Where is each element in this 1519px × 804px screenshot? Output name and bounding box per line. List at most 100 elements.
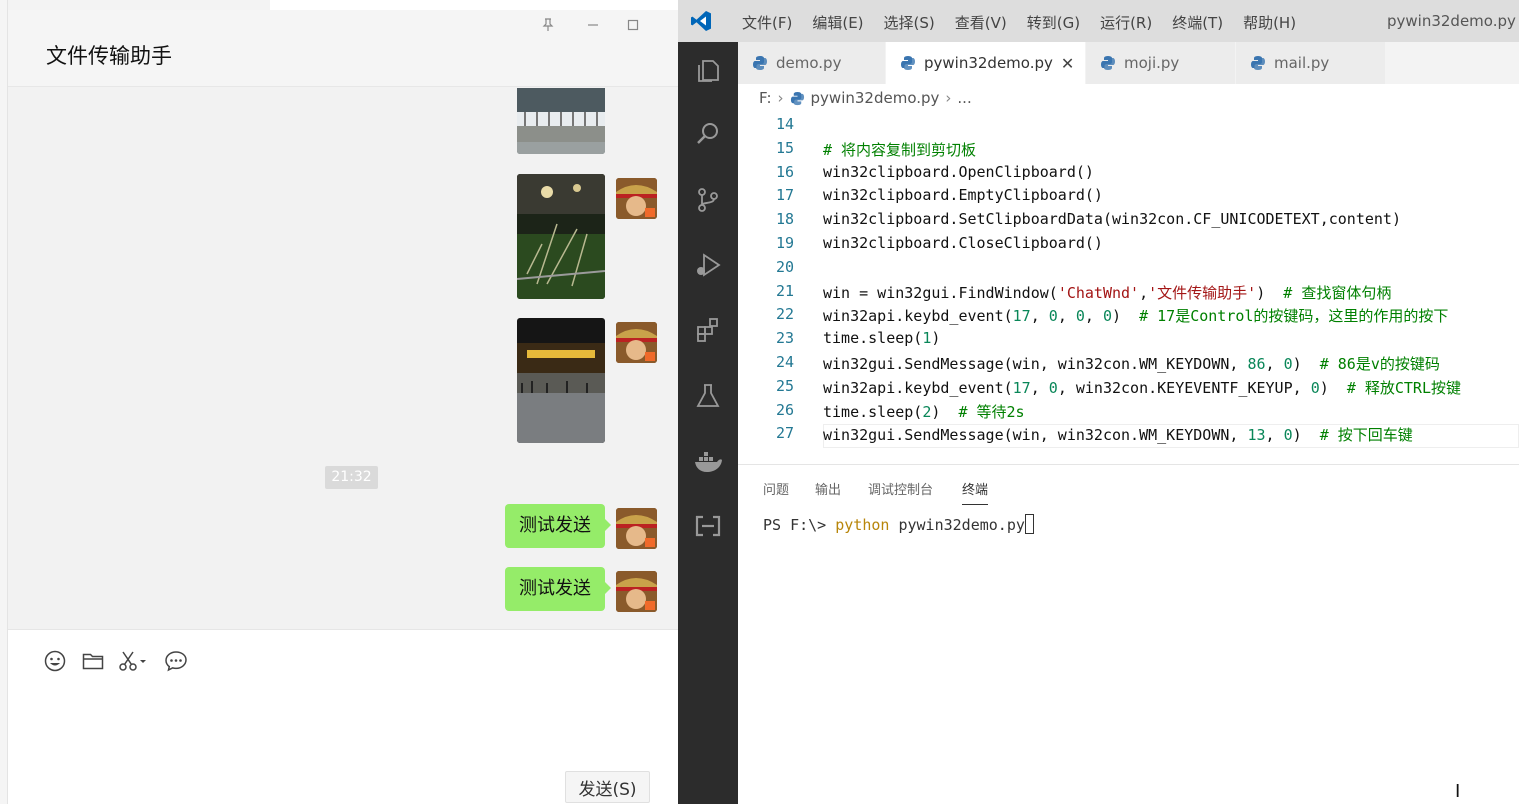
line-number: 27 xyxy=(775,424,794,443)
background-window-strip xyxy=(270,0,678,10)
vscode-logo-icon xyxy=(690,10,712,36)
close-icon[interactable]: ✕ xyxy=(1061,54,1074,73)
menu-terminal[interactable]: 终端(T) xyxy=(1162,12,1233,33)
menu-view[interactable]: 查看(V) xyxy=(945,12,1017,33)
code-line[interactable]: win32api.keybd_event(17, 0, 0, 0) # 17是C… xyxy=(823,305,1448,326)
folder-icon[interactable] xyxy=(80,648,106,674)
breadcrumb-file[interactable]: pywin32demo.py xyxy=(811,89,940,107)
vscode-window: 文件(F) 编辑(E) 选择(S) 查看(V) 转到(G) 运行(R) 终端(T… xyxy=(678,0,1519,804)
avatar[interactable] xyxy=(616,178,657,219)
code-line[interactable]: # 将内容复制到剪切板 xyxy=(823,139,976,160)
line-number: 22 xyxy=(775,305,794,324)
tab-pywin32demo[interactable]: pywin32demo.py ✕ xyxy=(886,42,1086,84)
line-number: 19 xyxy=(775,234,794,252)
code-line[interactable]: win32api.keybd_event(17, 0, win32con.KEY… xyxy=(823,377,1461,398)
remote-icon[interactable] xyxy=(690,508,726,544)
menu-file[interactable]: 文件(F) xyxy=(732,12,802,33)
python-file-icon xyxy=(753,56,767,70)
code-line[interactable]: win32clipboard.SetClipboardData(win32con… xyxy=(823,210,1401,228)
send-button[interactable]: 发送(S) xyxy=(565,771,650,803)
pin-icon[interactable] xyxy=(538,16,558,34)
search-icon[interactable] xyxy=(690,116,726,152)
panel-tab-debug-console[interactable]: 调试控制台 xyxy=(868,479,933,498)
line-number: 18 xyxy=(775,210,794,229)
line-number: 17 xyxy=(775,186,794,205)
line-number: 26 xyxy=(775,400,794,419)
line-number: 25 xyxy=(775,376,794,395)
terminal-prompt: PS F:\> xyxy=(763,516,836,534)
message-timestamp: 21:32 xyxy=(325,466,378,489)
chat-header: 文件传输助手 xyxy=(8,10,678,87)
terminal[interactable]: PS F:\> python pywin32demo.py xyxy=(763,514,1034,534)
text-cursor-icon: I xyxy=(1455,781,1461,802)
line-number: 23 xyxy=(775,329,794,348)
text-message[interactable]: 测试发送 xyxy=(505,504,611,548)
tab-label: demo.py xyxy=(776,54,842,72)
tab-mail[interactable]: mail.py xyxy=(1236,42,1386,84)
line-number: 15 xyxy=(775,138,794,157)
maximize-icon[interactable] xyxy=(623,16,643,34)
breadcrumb: F: › pywin32demo.py › ... xyxy=(738,84,1519,112)
tab-label: moji.py xyxy=(1124,54,1180,72)
docker-icon[interactable] xyxy=(690,444,726,480)
panel-tab-problems[interactable]: 问题 xyxy=(763,479,789,498)
wechat-window: 文件传输助手 21:32 测试发送 测试发送 发送(S) xyxy=(8,10,678,804)
testing-icon[interactable] xyxy=(690,378,726,414)
chevron-right-icon: › xyxy=(777,89,784,107)
avatar[interactable] xyxy=(616,322,657,363)
breadcrumb-more[interactable]: ... xyxy=(957,89,971,107)
background-window-edge xyxy=(0,0,8,804)
line-number: 21 xyxy=(775,281,794,300)
menu-selection[interactable]: 选择(S) xyxy=(874,12,945,33)
breadcrumb-drive[interactable]: F: xyxy=(759,89,772,107)
code-line[interactable]: win32gui.SendMessage(win, win32con.WM_KE… xyxy=(823,424,1413,445)
chevron-right-icon: › xyxy=(945,89,952,107)
menu-run[interactable]: 运行(R) xyxy=(1090,12,1162,33)
python-file-icon xyxy=(901,56,915,70)
image-message[interactable] xyxy=(517,174,605,299)
menu-go[interactable]: 转到(G) xyxy=(1017,12,1090,33)
extensions-icon[interactable] xyxy=(690,312,726,348)
tab-label: mail.py xyxy=(1274,54,1330,72)
python-file-icon xyxy=(790,91,804,105)
panel-tab-output[interactable]: 输出 xyxy=(815,479,841,498)
scissors-icon[interactable] xyxy=(116,648,150,674)
tab-moji[interactable]: moji.py xyxy=(1086,42,1236,84)
code-line[interactable]: win32clipboard.EmptyClipboard() xyxy=(823,186,1103,204)
image-message[interactable] xyxy=(517,88,605,154)
code-editor[interactable]: 14 15 # 将内容复制到剪切板 16 win32clipboard.OpenClip… xyxy=(738,112,1519,464)
menu: 文件(F) 编辑(E) 选择(S) 查看(V) 转到(G) 运行(R) 终端(T… xyxy=(732,12,1306,33)
message-list[interactable]: 21:32 测试发送 测试发送 xyxy=(8,88,678,629)
python-file-icon xyxy=(1101,56,1115,70)
activity-bar xyxy=(678,42,738,804)
emoji-icon[interactable] xyxy=(42,648,68,674)
explorer-icon[interactable] xyxy=(690,52,726,88)
image-message[interactable] xyxy=(517,318,605,443)
line-number: 20 xyxy=(775,257,794,276)
text-message[interactable]: 测试发送 xyxy=(505,567,611,611)
panel-tab-terminal[interactable]: 终端 xyxy=(962,479,989,505)
code-line[interactable]: win32clipboard.CloseClipboard() xyxy=(823,234,1103,252)
code-line[interactable]: time.sleep(2) # 等待2s xyxy=(823,401,1025,422)
code-line[interactable]: time.sleep(1) xyxy=(823,329,940,347)
tab-demo[interactable]: demo.py xyxy=(738,42,886,84)
terminal-argument: pywin32demo.py xyxy=(889,516,1025,534)
line-number: 24 xyxy=(775,353,794,371)
menu-help[interactable]: 帮助(H) xyxy=(1233,12,1306,33)
avatar[interactable] xyxy=(616,571,657,612)
chat-history-icon[interactable] xyxy=(163,648,189,674)
minimize-icon[interactable] xyxy=(583,16,603,34)
terminal-cursor xyxy=(1024,514,1034,534)
code-line[interactable]: win = win32gui.FindWindow('ChatWnd','文件传… xyxy=(823,282,1391,303)
run-debug-icon[interactable] xyxy=(690,247,726,283)
terminal-command: python xyxy=(835,516,890,534)
tab-label: pywin32demo.py xyxy=(924,54,1053,72)
message-input-area[interactable]: 发送(S) xyxy=(8,629,678,804)
code-line[interactable]: win32gui.SendMessage(win, win32con.WM_KE… xyxy=(823,353,1440,374)
avatar[interactable] xyxy=(616,508,657,549)
source-control-icon[interactable] xyxy=(690,182,726,218)
menu-edit[interactable]: 编辑(E) xyxy=(802,12,873,33)
bottom-panel: 问题 输出 调试控制台 终端 PS F:\> python pywin32dem… xyxy=(738,464,1519,804)
code-line[interactable]: win32clipboard.OpenClipboard() xyxy=(823,163,1094,181)
line-number: 16 xyxy=(775,162,794,181)
